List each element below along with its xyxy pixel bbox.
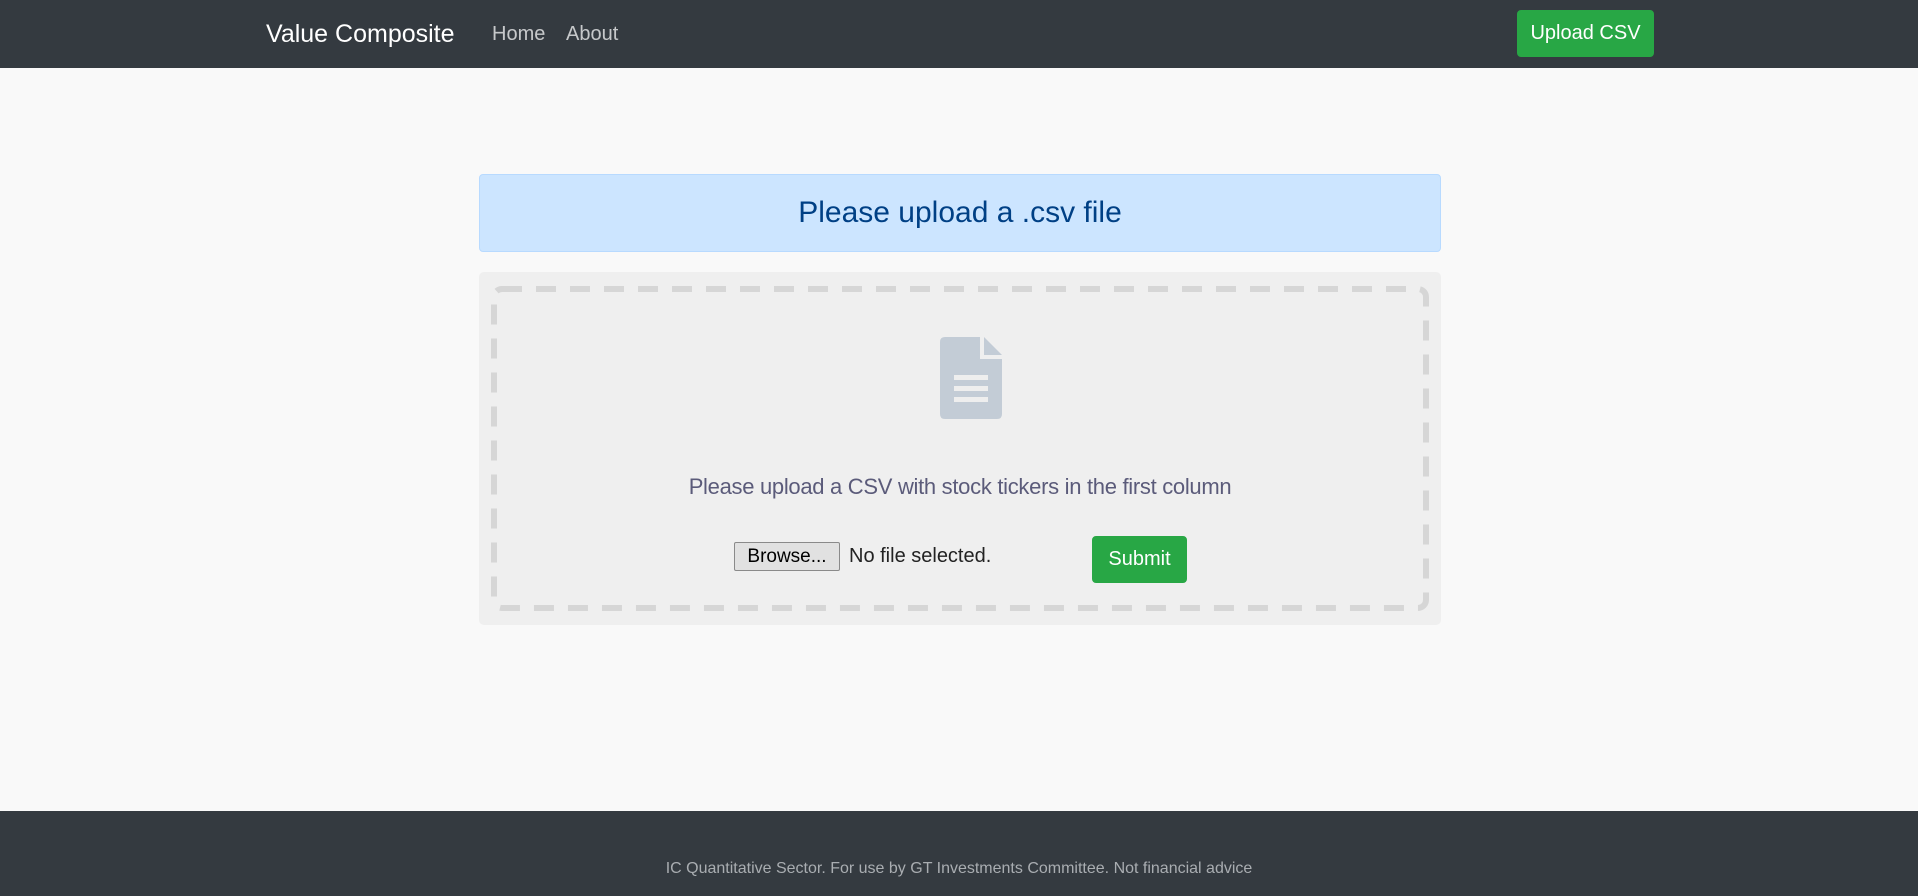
footer-text: IC Quantitative Sector. For use by GT In… [665,860,1253,877]
upload-alert: Please upload a .csv file [479,174,1441,252]
page-footer: IC Quantitative Sector. For use by GT In… [0,811,1918,896]
submit-button[interactable]: Submit [1092,536,1187,583]
upload-csv-button[interactable]: Upload CSV [1517,10,1654,57]
nav-link-home[interactable]: Home [492,21,545,47]
upload-instruction: Please upload a CSV with stock tickers i… [688,474,1232,499]
top-navbar: Value Composite Home About Upload CSV [0,0,1918,68]
file-dropzone[interactable]: Please upload a CSV with stock tickers i… [491,286,1429,611]
upload-card: Please upload a CSV with stock tickers i… [479,272,1441,625]
brand-link[interactable]: Value Composite [266,18,455,50]
alert-message: Please upload a .csv file [798,196,1122,229]
nav-link-about[interactable]: About [566,21,618,47]
browse-button[interactable]: Browse... [734,542,840,571]
file-status-text: No file selected. [849,545,992,567]
file-text-icon [940,337,1002,419]
